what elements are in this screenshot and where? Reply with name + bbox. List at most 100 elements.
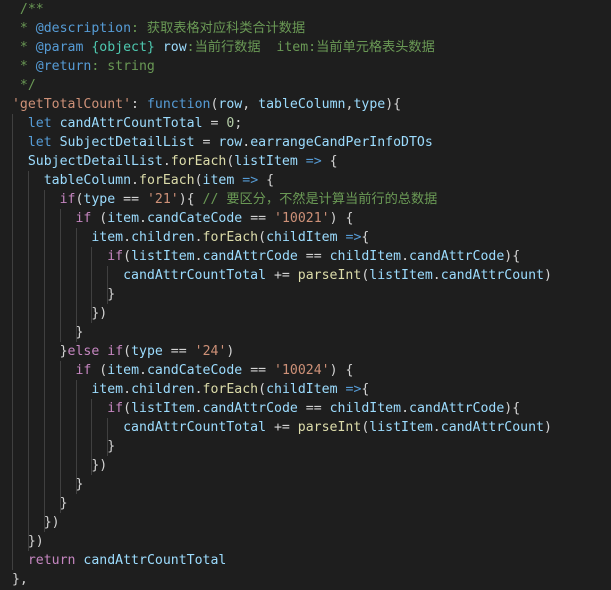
code-line: if(listItem.candAttrCode == childItem.ca… bbox=[0, 399, 611, 418]
code-token: item bbox=[91, 382, 124, 397]
code-token: else bbox=[67, 344, 100, 359]
code-token: ){ bbox=[385, 97, 402, 112]
code-line: if(type == '21'){ // 要区分，不然是计算当前行的总数据 bbox=[0, 190, 611, 209]
code-token: parseInt bbox=[297, 268, 362, 283]
code-token: * bbox=[4, 59, 36, 74]
code-token: }) bbox=[4, 515, 60, 530]
code-token: ( bbox=[123, 249, 132, 264]
code-token: candAttrCount bbox=[440, 420, 544, 435]
code-line: 'getTotalCount': function(row, tableColu… bbox=[0, 95, 611, 114]
code-token: if bbox=[107, 344, 124, 359]
code-line: */ bbox=[0, 76, 611, 95]
code-token: { bbox=[361, 382, 370, 397]
code-token: type bbox=[353, 97, 386, 112]
code-line: }) bbox=[0, 532, 611, 551]
code-token: forEach bbox=[202, 382, 259, 397]
code-line: let candAttrCountTotal = 0; bbox=[0, 114, 611, 133]
code-token: return bbox=[27, 553, 76, 568]
code-token: '10024' bbox=[274, 363, 330, 378]
code-token: . bbox=[123, 230, 132, 245]
code-token: '10021' bbox=[274, 211, 330, 226]
code-token: . bbox=[194, 401, 203, 416]
code-token: item bbox=[202, 173, 235, 188]
code-token: children bbox=[131, 230, 195, 245]
code-line: item.children.forEach(childItem =>{ bbox=[0, 380, 611, 399]
code-token: , bbox=[242, 97, 259, 112]
code-token: candCateCode bbox=[146, 211, 243, 226]
code-token: parseInt bbox=[297, 420, 362, 435]
code-token: item bbox=[107, 211, 140, 226]
code-token: tableColumn bbox=[258, 97, 346, 112]
code-token: candAttrCode bbox=[202, 401, 298, 416]
code-token: candCateCode bbox=[146, 363, 243, 378]
code-token: . bbox=[194, 382, 203, 397]
code-token: { bbox=[361, 230, 370, 245]
code-token: function bbox=[146, 97, 211, 112]
code-token: :当前行数据 item:当前单元格表头数据 bbox=[186, 40, 435, 55]
code-token: childItem bbox=[266, 382, 338, 397]
code-line: SubjectDetailList.forEach(listItem => { bbox=[0, 152, 611, 171]
code-token: } bbox=[4, 344, 68, 359]
code-token: ){ bbox=[504, 401, 521, 416]
code-token: candAttrCountTotal bbox=[123, 420, 267, 435]
code-token: == bbox=[297, 249, 330, 264]
code-line: /** bbox=[0, 0, 611, 19]
code-token: . bbox=[162, 154, 171, 169]
code-token: if bbox=[75, 363, 92, 378]
code-token: type bbox=[83, 192, 116, 207]
code-token: . bbox=[432, 268, 441, 283]
code-token: candAttrCode bbox=[409, 249, 505, 264]
code-token: type bbox=[131, 344, 163, 359]
code-token: => bbox=[345, 230, 362, 245]
code-token: ) { bbox=[329, 363, 354, 378]
code-token: earrangeCandPerInfoDTOs bbox=[250, 135, 433, 150]
code-token: row bbox=[218, 97, 243, 112]
code-token: = bbox=[194, 135, 219, 150]
code-token: } bbox=[4, 325, 84, 340]
code-editor[interactable]: /** * @description: 获取表格对应科类合计数据 * @para… bbox=[0, 0, 611, 590]
code-token: ( bbox=[123, 401, 132, 416]
code-token: // 要区分，不然是计算当前行的总数据 bbox=[202, 192, 438, 207]
code-token: ( bbox=[194, 173, 203, 188]
code-token: forEach bbox=[139, 173, 195, 188]
code-token: candAttrCode bbox=[409, 401, 505, 416]
code-line: * @description: 获取表格对应科类合计数据 bbox=[0, 19, 611, 38]
code-token: {object} bbox=[91, 40, 155, 55]
code-line: }, bbox=[0, 570, 611, 589]
code-token: => bbox=[242, 173, 259, 188]
code-token: row bbox=[218, 135, 243, 150]
code-token: ) bbox=[543, 420, 552, 435]
code-line: if(listItem.candAttrCode == childItem.ca… bbox=[0, 247, 611, 266]
code-token: let bbox=[27, 135, 52, 150]
code-token: } bbox=[4, 496, 68, 511]
code-token: ){ bbox=[178, 192, 203, 207]
code-token: if bbox=[107, 249, 124, 264]
code-token: ( bbox=[91, 363, 108, 378]
code-token: ( bbox=[258, 382, 267, 397]
code-token: listItem bbox=[369, 268, 433, 283]
code-line: item.children.forEach(childItem =>{ bbox=[0, 228, 611, 247]
code-token: @param bbox=[35, 40, 84, 55]
code-line: } bbox=[0, 437, 611, 456]
code-token: listItem bbox=[234, 154, 298, 169]
code-token: . bbox=[194, 230, 203, 245]
code-token: * bbox=[4, 21, 36, 36]
code-token: '21' bbox=[146, 192, 179, 207]
code-line: } bbox=[0, 285, 611, 304]
code-token: ; bbox=[234, 116, 243, 131]
